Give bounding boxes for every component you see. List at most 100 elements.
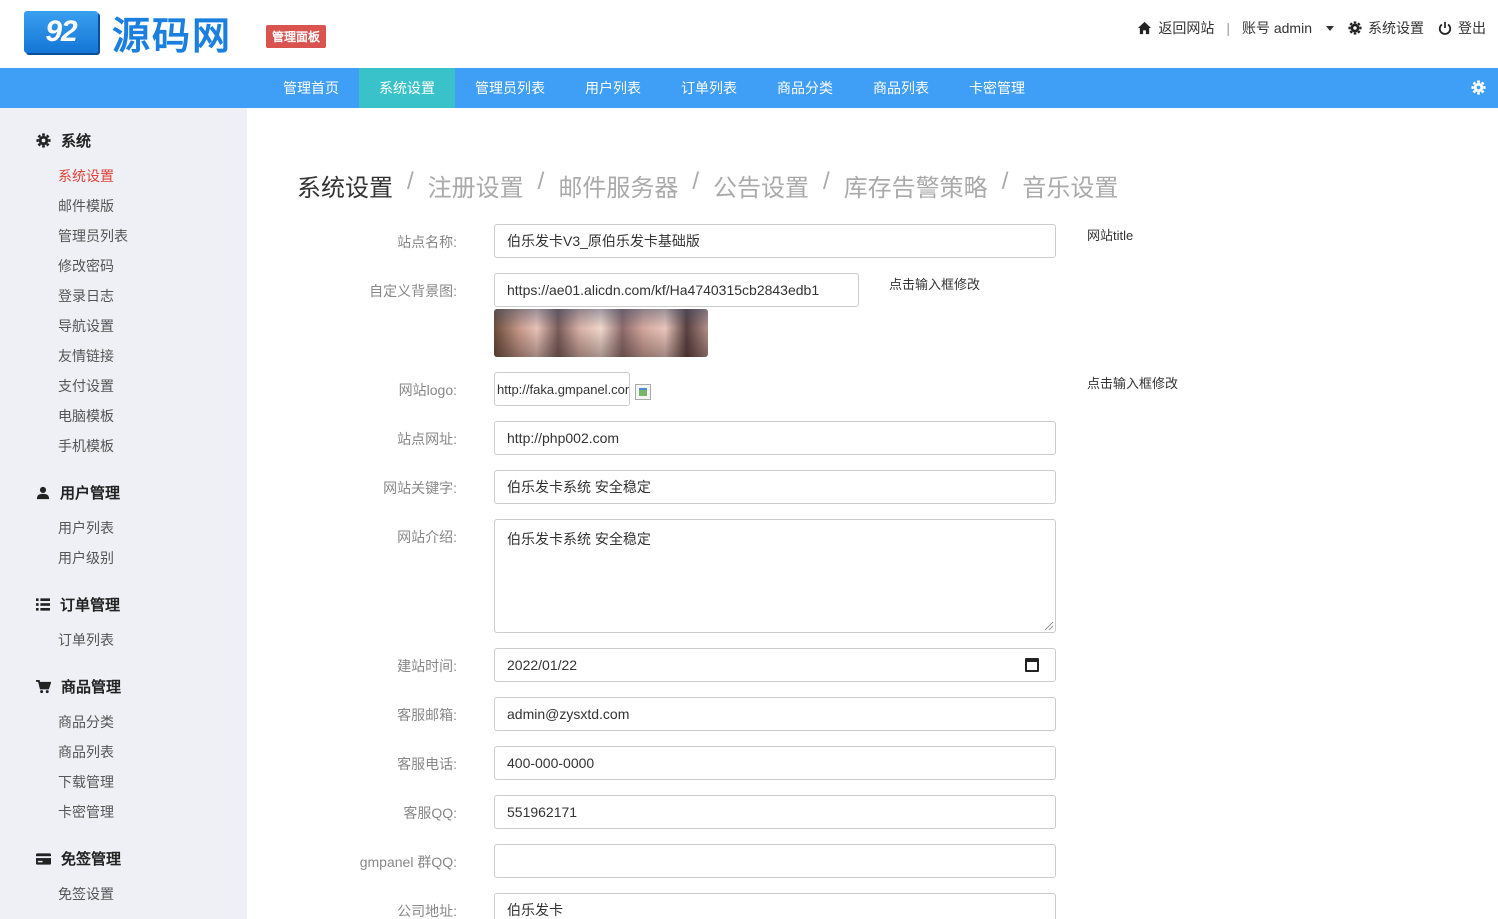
settings-link[interactable]: 系统设置 [1348, 18, 1424, 38]
site-url-label: 站点网址: [397, 431, 457, 447]
background-image-preview[interactable] [494, 309, 708, 357]
site-intro-label: 网站介绍: [397, 529, 457, 545]
sidebar-group-system: 系统 [36, 130, 91, 151]
sidebar-item-user-levels[interactable]: 用户级别 [58, 548, 114, 568]
nav-gear-icon[interactable] [1471, 80, 1486, 95]
sidebar-item-admin-list[interactable]: 管理员列表 [58, 226, 128, 246]
site-logo-hint: 点击输入框修改 [1087, 376, 1179, 391]
settings-tab-link[interactable]: 库存告警策略 [844, 168, 988, 203]
logo-preview-broken-image-icon [635, 384, 651, 400]
gear-icon [36, 133, 51, 148]
sidebar-group-title: 商品管理 [61, 679, 122, 696]
company-address-input[interactable]: 伯乐发卡 [494, 893, 1056, 919]
sidebar-item-product-categories[interactable]: 商品分类 [58, 712, 114, 732]
sidebar-item-friend-links[interactable]: 友情链接 [58, 346, 114, 366]
card-icon [36, 852, 51, 865]
site-name-input[interactable]: 伯乐发卡V3_原伯乐发卡基础版 [494, 224, 1056, 258]
sidebar-group-products: 商品管理 [36, 676, 121, 697]
logo-mark: 92 [24, 11, 98, 53]
sidebar-group-title: 用户管理 [60, 485, 121, 502]
settings-tab-link[interactable]: 注册设置 [428, 168, 524, 203]
settings-tab-link[interactable]: 公告设置 [713, 168, 809, 203]
group-qq-input[interactable] [494, 844, 1056, 878]
breadcrumb-separator: / [407, 168, 414, 195]
sidebar-item-download-management[interactable]: 下载管理 [58, 772, 114, 792]
nav-tabs: 管理首页 系统设置 管理员列表 用户列表 订单列表 商品分类 商品列表 卡密管理 [263, 68, 1045, 108]
nav-tab[interactable]: 卡密管理 [949, 68, 1045, 108]
site-logo-label: 网站logo: [398, 382, 457, 398]
support-qq-label: 客服QQ: [403, 805, 457, 821]
support-email-label: 客服邮箱: [397, 707, 457, 723]
calendar-icon[interactable] [1025, 658, 1039, 672]
settings-tab-link[interactable]: 音乐设置 [1022, 168, 1118, 203]
site-intro-text: 伯乐发卡系统 安全稳定 [507, 531, 651, 547]
nav-tab[interactable]: 订单列表 [661, 68, 757, 108]
sidebar-item-pc-template[interactable]: 电脑模板 [58, 406, 114, 426]
background-image-label: 自定义背景图: [369, 283, 457, 299]
home-icon [1138, 21, 1152, 35]
sidebar-group-title: 订单管理 [60, 597, 121, 614]
sidebar-group-free-sign: 免签管理 [36, 848, 121, 869]
cart-icon [36, 679, 51, 693]
background-image-input[interactable]: https://ae01.alicdn.com/kf/Ha4740315cb28… [494, 273, 859, 307]
sidebar-item-mobile-template[interactable]: 手机模板 [58, 436, 114, 456]
site-logo[interactable]: 92 源码网 [24, 10, 232, 58]
nav-tab[interactable]: 用户列表 [565, 68, 661, 108]
site-logo-input[interactable]: http://faka.gmpanel.com [494, 372, 630, 406]
logo-text: 源码网 [112, 13, 233, 58]
nav-tab[interactable]: 管理员列表 [455, 68, 565, 108]
back-to-site-label: 返回网站 [1158, 20, 1215, 36]
site-keywords-input[interactable]: 伯乐发卡系统 安全稳定 [494, 470, 1056, 504]
settings-tab-link[interactable]: 系统设置 [297, 168, 393, 203]
sidebar-item-product-list[interactable]: 商品列表 [58, 742, 114, 762]
nav-tab[interactable]: 管理首页 [263, 68, 359, 108]
settings-tab-link[interactable]: 邮件服务器 [558, 168, 678, 203]
nav-tab[interactable]: 商品列表 [853, 68, 949, 108]
sidebar-item-order-list[interactable]: 订单列表 [58, 630, 114, 650]
sidebar-item-nav-settings[interactable]: 导航设置 [58, 316, 114, 336]
power-icon [1438, 21, 1452, 35]
sidebar-group-title: 系统 [61, 133, 92, 150]
support-email-input[interactable]: admin@zysxtd.com [494, 697, 1056, 731]
sidebar-item-system-settings[interactable]: 系统设置 [58, 166, 114, 186]
settings-tabs-breadcrumb: 系统设置 / 注册设置 / 邮件服务器 / 公告设置 / 库存告警策略 / 音乐设置 [297, 168, 1118, 203]
main-content: 系统设置 / 注册设置 / 邮件服务器 / 公告设置 / 库存告警策略 / 音乐设置 站点名称: 伯… [247, 108, 1498, 919]
user-icon [36, 486, 50, 499]
site-name-label: 站点名称: [397, 234, 457, 250]
sidebar-item-user-list[interactable]: 用户列表 [58, 518, 114, 538]
site-intro-textarea[interactable]: 伯乐发卡系统 安全稳定 [494, 519, 1056, 633]
top-right-links: 返回网站 | 账号 admin 系统设置 登出 [1137, 18, 1486, 38]
breadcrumb-separator: / [692, 168, 700, 195]
sidebar-group-orders: 订单管理 [36, 594, 120, 615]
sidebar-item-email-templates[interactable]: 邮件模版 [58, 196, 114, 216]
sidebar-item-free-sign-settings[interactable]: 免签设置 [58, 884, 114, 904]
support-qq-input[interactable]: 551962171 [494, 795, 1056, 829]
breadcrumb-separator: / [823, 168, 830, 195]
build-date-value: 2022/01/22 [507, 657, 578, 673]
nav-tab[interactable]: 商品分类 [757, 68, 853, 108]
gear-icon [1348, 21, 1362, 35]
back-to-site-link[interactable]: 返回网站 [1137, 18, 1214, 38]
admin-panel-badge: 管理面板 [266, 25, 327, 48]
settings-label: 系统设置 [1368, 20, 1424, 36]
sidebar-item-login-log[interactable]: 登录日志 [58, 286, 114, 306]
sidebar-group-users: 用户管理 [36, 482, 120, 503]
sidebar-item-payment-settings[interactable]: 支付设置 [58, 376, 114, 396]
nav-tab[interactable]: 系统设置 [359, 68, 455, 108]
account-dropdown[interactable]: 账号 admin [1242, 18, 1334, 38]
build-date-input[interactable]: 2022/01/22 [494, 648, 1056, 682]
background-image-hint: 点击输入框修改 [889, 277, 981, 292]
support-phone-input[interactable]: 400-000-0000 [494, 746, 1056, 780]
sidebar-item-change-password[interactable]: 修改密码 [58, 256, 114, 276]
site-url-input[interactable]: http://php002.com [494, 421, 1056, 455]
support-phone-label: 客服电话: [397, 756, 457, 772]
account-label: 账号 admin [1241, 20, 1312, 36]
logout-link[interactable]: 登出 [1438, 18, 1486, 38]
site-name-hint: 网站title [1087, 228, 1134, 243]
logout-label: 登出 [1458, 20, 1486, 36]
resize-grip-icon[interactable] [1045, 622, 1053, 630]
top-nav-bar: 管理首页 系统设置 管理员列表 用户列表 订单列表 商品分类 商品列表 卡密管理 [0, 68, 1498, 108]
caret-down-icon [1326, 25, 1334, 31]
sidebar-item-card-key-management[interactable]: 卡密管理 [58, 802, 114, 822]
company-address-label: 公司地址: [397, 903, 457, 919]
